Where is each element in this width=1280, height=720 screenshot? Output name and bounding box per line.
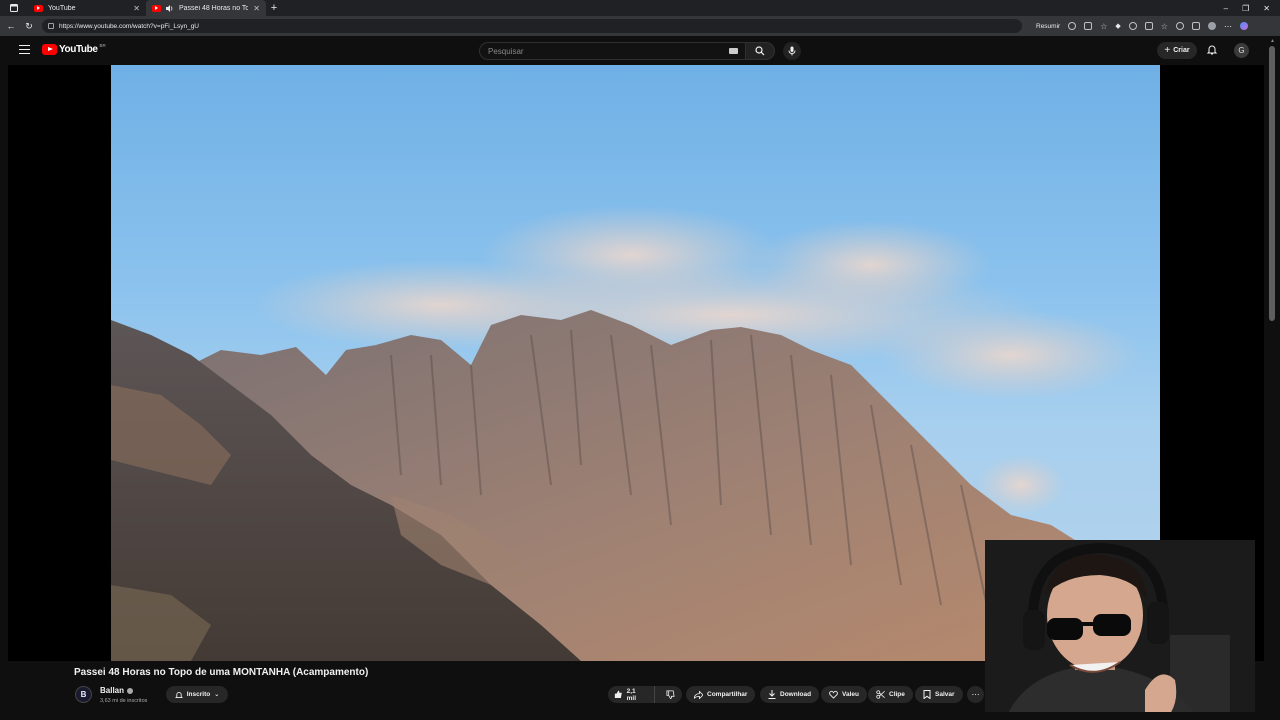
search-box: Pesquisar [479,42,775,60]
page-scrollbar[interactable]: ▲ [1266,36,1280,720]
site-info-icon[interactable] [48,23,54,29]
keyboard-icon[interactable] [729,48,738,54]
subscribed-button[interactable]: Inscrito ⌄ [166,686,228,703]
thumbs-up-icon [614,690,622,698]
plus-icon: + [1164,45,1171,56]
tab-title: YouTube [48,4,76,12]
browser-tab-strip: YouTube ✕ Passei 48 Horas no Topo de ✕ +… [0,0,1280,16]
scissors-icon [876,690,885,699]
thanks-label: Valeu [842,691,859,698]
bell-icon [1207,45,1217,55]
like-count: 2,1 mil [626,687,637,702]
favorites-icon[interactable]: ☆ [1161,22,1168,31]
save-button[interactable]: Salvar [915,686,963,703]
thanks-heart-icon [829,690,838,699]
browser-tab-youtube[interactable]: YouTube ✕ [28,0,146,16]
dislike-button[interactable] [659,686,682,703]
below-fold-strip [0,712,1266,720]
more-dots-icon: ⋯ [971,690,980,699]
notifications-button[interactable] [1207,44,1217,55]
create-button[interactable]: + Criar [1157,42,1197,59]
extension-icon[interactable] [1068,22,1077,30]
youtube-favicon-icon [152,4,161,12]
verified-badge-icon [127,687,134,694]
youtube-favicon-icon [34,4,43,12]
restore-icon[interactable]: ❐ [1242,4,1249,13]
scroll-up-icon[interactable]: ▲ [1270,38,1275,44]
subscribed-label: Inscrito [186,691,211,698]
menu-icon[interactable] [19,45,30,54]
like-button[interactable]: 2,1 mil [608,686,655,703]
share-icon [694,690,703,699]
share-label: Compartilhar [707,691,748,698]
account-avatar[interactable]: G [1234,43,1249,58]
profile-avatar[interactable] [1207,22,1216,30]
bell-icon [174,691,183,698]
extension-diamond-icon[interactable]: ◆ [1115,22,1120,30]
tab-search-icon[interactable] [0,0,28,16]
save-icon [923,690,931,699]
close-tab-icon[interactable]: ✕ [253,4,260,13]
browser-toolbar: ← ↻ https://www.youtube.com/watch?v=pFi_… [0,16,1280,36]
menu-dots-icon[interactable]: ⋯ [1224,22,1232,31]
minimize-icon[interactable]: – [1224,4,1228,13]
extension-puzzle-icon[interactable] [1144,22,1153,30]
search-icon [755,46,765,56]
thumbs-down-icon [666,690,675,699]
heart-icon[interactable] [1175,22,1184,30]
microphone-icon [788,46,796,56]
channel-name-link[interactable]: Ballan [100,686,134,695]
youtube-play-icon [42,44,57,55]
youtube-logo[interactable]: YouTube BR [42,43,106,55]
save-label: Salvar [935,691,955,698]
download-button[interactable]: Download [760,686,820,703]
resumir-extension[interactable]: Resumir [1036,23,1060,30]
scrollbar-thumb[interactable] [1269,46,1275,321]
window-controls: – ❐ ✕ [1224,4,1280,13]
close-window-icon[interactable]: ✕ [1263,4,1270,13]
back-icon[interactable]: ← [6,21,16,31]
channel-name: Ballan [100,686,125,695]
create-label: Criar [1173,47,1190,54]
reader-icon[interactable] [1084,22,1093,30]
extension-row: Resumir ☆ ◆ ☆ ⋯ [1036,22,1248,31]
subscriber-count: 3,63 mi de inscritos [100,698,148,704]
copilot-icon[interactable] [1239,22,1248,30]
clip-label: Clipe [889,691,905,698]
close-tab-icon[interactable]: ✕ [133,4,140,13]
video-title: Passei 48 Horas no Topo de uma MONTANHA … [74,667,369,678]
country-code: BR [99,43,106,48]
logo-text: YouTube [59,44,98,55]
tab-title: Passei 48 Horas no Topo de [179,4,249,12]
clip-button[interactable]: Clipe [868,686,913,703]
browser-tab-video[interactable]: Passei 48 Horas no Topo de ✕ [146,0,266,16]
download-label: Download [780,691,812,698]
new-tab-button[interactable]: + [266,2,282,14]
more-actions-button[interactable]: ⋯ [967,686,984,703]
reload-icon[interactable]: ↻ [24,21,34,32]
url-text: https://www.youtube.com/watch?v=pFi_Lsyn… [59,22,200,30]
thanks-button[interactable]: Valeu [821,686,867,703]
speaker-icon[interactable] [166,4,174,12]
like-dislike-group: 2,1 mil [608,686,682,703]
channel-avatar[interactable]: B [75,686,92,703]
bookmark-star-icon[interactable]: ☆ [1100,22,1107,31]
search-input[interactable]: Pesquisar [479,42,745,60]
collections-icon[interactable] [1191,22,1200,30]
share-button[interactable]: Compartilhar [686,686,756,703]
streamer-webcam-image [985,540,1255,720]
address-bar[interactable]: https://www.youtube.com/watch?v=pFi_Lsyn… [42,19,1022,33]
voice-search-button[interactable] [783,42,801,60]
search-button[interactable] [745,42,775,60]
extension-icon[interactable] [1128,22,1137,30]
chevron-down-icon: ⌄ [214,692,220,698]
download-icon [768,690,776,699]
youtube-masthead: YouTube BR Pesquisar + Criar G [0,36,1266,65]
